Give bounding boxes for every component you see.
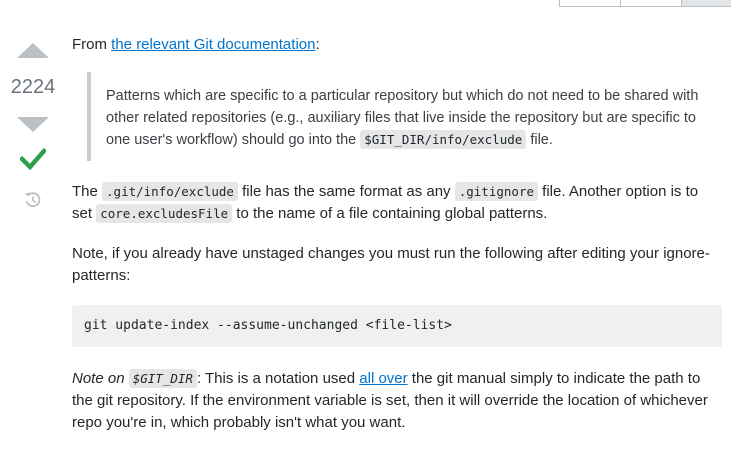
intro-colon: : [315, 36, 320, 53]
git-dir-note-paragraph: Note on $GIT_DIR: This is a notation use… [72, 368, 722, 434]
note-label: Note on [72, 370, 129, 387]
code-block: git update-index --assume-unchanged <fil… [72, 305, 722, 347]
unstaged-note-paragraph: Note, if you already have unstaged chang… [72, 245, 710, 284]
inline-code: $GIT_DIR [128, 369, 197, 388]
vote-down-icon[interactable] [17, 117, 49, 132]
inline-code: .gitignore [454, 182, 538, 201]
text: to the name of a file containing global … [232, 205, 548, 222]
sort-tab[interactable] [621, 0, 682, 7]
git-documentation-link[interactable]: the relevant Git documentation [111, 36, 315, 53]
documentation-quote: Patterns which are specific to a particu… [87, 72, 711, 161]
quote-suffix: file. [526, 132, 553, 148]
history-icon[interactable] [24, 191, 42, 209]
intro-paragraph: From the relevant Git documentation: [72, 34, 320, 56]
vote-count: 2224 [10, 76, 56, 98]
note-emphasis: Note on $GIT_DIR [72, 369, 197, 388]
sort-tab-selected[interactable] [682, 0, 731, 7]
text: : This is a notation used [196, 370, 360, 387]
inline-code: core.excludesFile [96, 204, 233, 223]
inline-code: .git/info/exclude [102, 182, 238, 201]
vote-up-icon[interactable] [17, 43, 49, 58]
text: The [72, 183, 103, 200]
accepted-check-icon [20, 147, 46, 171]
sort-tab[interactable] [559, 0, 621, 7]
intro-text: From [72, 36, 112, 53]
exclude-paragraph: The .git/info/exclude file has the same … [72, 181, 722, 225]
inline-code: $GIT_DIR/info/exclude [360, 130, 527, 149]
sort-tabs [559, 0, 731, 8]
all-over-link[interactable]: all over [359, 370, 407, 387]
text: file has the same format as any [237, 183, 455, 200]
